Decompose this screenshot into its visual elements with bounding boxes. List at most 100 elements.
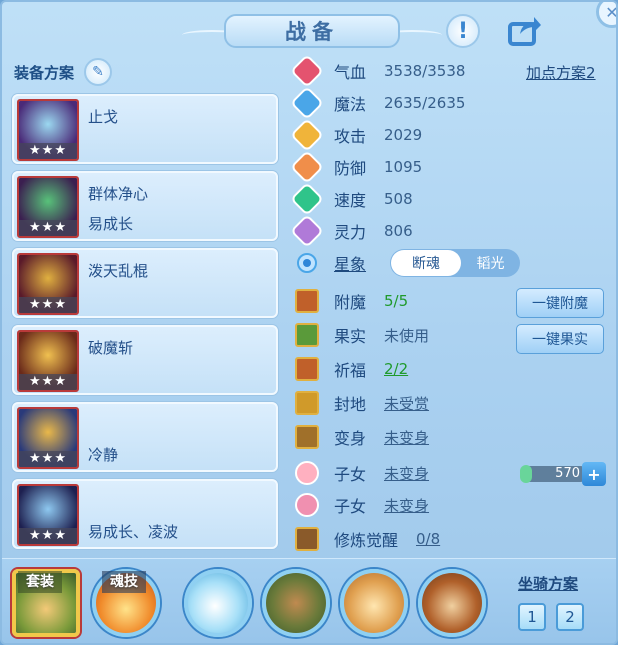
enchant-icon: [294, 288, 320, 314]
extra-stat-value[interactable]: 未变身: [384, 463, 429, 484]
star-sign-row: 星象 断魂 韬光: [294, 248, 614, 278]
equipment-slot[interactable]: ★★★ 冷静: [12, 402, 278, 472]
equipment-thumbnail: ★★★: [17, 407, 79, 469]
stat-label: 魔法: [334, 95, 367, 114]
extra-stat-value[interactable]: 未变身: [384, 427, 429, 448]
skill-slot-3[interactable]: [340, 569, 408, 637]
equipment-plan-section: 装备方案 ✎ ★★★ 止戈 ★★★ 群体净心 易成长 ★★★ 泼天乱棍 ★★★ 破魔斩 ★★★ 冷静…: [10, 58, 286, 556]
stat-row: 攻击 2029: [292, 120, 614, 150]
extra-stat-value[interactable]: 未变身: [384, 495, 429, 516]
defense-icon: [292, 152, 322, 182]
extra-stat-row: 封地 未受赏: [294, 388, 614, 418]
extra-stat-label: 修炼觉醒: [334, 531, 399, 550]
heart-icon: [292, 56, 322, 86]
equipment-trait: 易成长、凌波: [88, 523, 179, 541]
share-button[interactable]: [506, 14, 544, 48]
blessing-icon: [294, 356, 320, 382]
equipment-slot[interactable]: ★★★ 群体净心 易成长: [12, 171, 278, 241]
skill-slot-4[interactable]: [418, 569, 486, 637]
point-plan-link[interactable]: 加点方案2: [526, 62, 596, 83]
title-bar: 战备 ! ✕: [2, 2, 616, 50]
star-rating: ★★★: [19, 297, 77, 313]
stat-label: 防御: [334, 159, 367, 178]
extra-stat-value: 未使用: [384, 326, 430, 345]
stat-value: 2029: [384, 126, 423, 144]
one-click-enchant-button[interactable]: 一键附魔: [516, 288, 604, 318]
child-girl-icon: [294, 492, 320, 518]
skill-slot-1[interactable]: [184, 569, 252, 637]
equipment-trait: 冷静: [88, 446, 119, 464]
stat-label: 攻击: [334, 127, 367, 146]
star-sign-toggle[interactable]: 断魂 韬光: [390, 249, 520, 277]
extra-stat-label: 祈福: [334, 361, 367, 380]
extra-stat-value: 5/5: [384, 292, 409, 310]
stat-value: 508: [384, 190, 413, 208]
extra-stat-value[interactable]: 2/2: [384, 360, 408, 378]
warrior-icon: [266, 573, 326, 633]
star-sign-label: 星象: [334, 255, 367, 274]
bottom-bar: 套装 魂技 坐骑方案 1 2: [2, 558, 616, 643]
meteor-icon: [422, 573, 482, 633]
child-boy-icon: [294, 460, 320, 486]
gem-icon: [520, 465, 532, 483]
skill-slot-2[interactable]: [262, 569, 330, 637]
stat-label: 气血: [334, 63, 367, 82]
equipment-thumbnail: ★★★: [17, 253, 79, 315]
stat-value: 806: [384, 222, 413, 240]
fruit-icon: [294, 322, 320, 348]
page-title: 战备: [224, 14, 400, 48]
equipment-slot[interactable]: ★★★ 易成长、凌波: [12, 479, 278, 549]
mount-plan-2-button[interactable]: 2: [556, 603, 584, 631]
speed-icon: [292, 184, 322, 214]
equipment-name: 群体净心: [88, 185, 149, 203]
equipment-name: 破魔斩: [88, 339, 134, 357]
help-button[interactable]: !: [446, 14, 480, 48]
extra-stat-label: 附魔: [334, 293, 367, 312]
suit-tag: 套装: [18, 571, 62, 593]
edit-pen-icon[interactable]: ✎: [84, 58, 113, 86]
extra-stat-label: 果实: [334, 327, 367, 346]
extra-stat-row: 修炼觉醒 0/8: [294, 524, 614, 554]
extra-stat-row: 子女 未变身: [294, 490, 614, 520]
stat-row: 速度 508: [292, 184, 614, 214]
equipment-slot[interactable]: ★★★ 泼天乱棍: [12, 248, 278, 318]
currency-counter: 570 +: [520, 462, 606, 486]
stat-label: 速度: [334, 191, 367, 210]
stat-row: 灵力 806: [292, 216, 614, 246]
equipment-plan-title: 装备方案: [14, 63, 75, 82]
cultivation-icon: [294, 526, 320, 552]
stat-row: 魔法 2635/2635: [292, 88, 614, 118]
one-click-fruit-button[interactable]: 一键果实: [516, 324, 604, 354]
star-rating: ★★★: [19, 220, 77, 236]
extra-stat-value[interactable]: 未受赏: [384, 393, 429, 414]
fist-glow-icon: [188, 573, 248, 633]
transform-icon: [294, 424, 320, 450]
equipment-plan-header: 装备方案 ✎: [14, 58, 113, 86]
fief-icon: [294, 390, 320, 416]
mana-icon: [292, 88, 322, 118]
extra-stat-value[interactable]: 0/8: [416, 530, 440, 548]
punch-icon: [344, 573, 404, 633]
star-option-duanhun[interactable]: 断魂: [391, 250, 461, 276]
attack-icon: [292, 120, 322, 150]
extra-stat-row: 祈福 2/2: [294, 354, 614, 384]
star-rating: ★★★: [19, 528, 77, 544]
equipment-slot[interactable]: ★★★ 破魔斩: [12, 325, 278, 395]
add-currency-button[interactable]: +: [582, 462, 606, 486]
mount-plan-1-button[interactable]: 1: [518, 603, 546, 631]
mount-plan-title: 坐骑方案: [518, 575, 579, 593]
stat-label: 灵力: [334, 223, 367, 242]
extra-stat-label: 子女: [334, 465, 367, 484]
equipment-name: 止戈: [88, 108, 119, 126]
equipment-thumbnail: ★★★: [17, 484, 79, 546]
equipment-thumbnail: ★★★: [17, 176, 79, 238]
extra-stat-row: 变身 未变身: [294, 422, 614, 452]
equipment-thumbnail: ★★★: [17, 99, 79, 161]
close-button[interactable]: ✕: [596, 2, 616, 28]
star-rating: ★★★: [19, 143, 77, 159]
star-rating: ★★★: [19, 374, 77, 390]
star-rating: ★★★: [19, 451, 77, 467]
spirit-icon: [292, 216, 322, 246]
star-option-taoguang[interactable]: 韬光: [461, 253, 520, 273]
equipment-slot[interactable]: ★★★ 止戈: [12, 94, 278, 164]
